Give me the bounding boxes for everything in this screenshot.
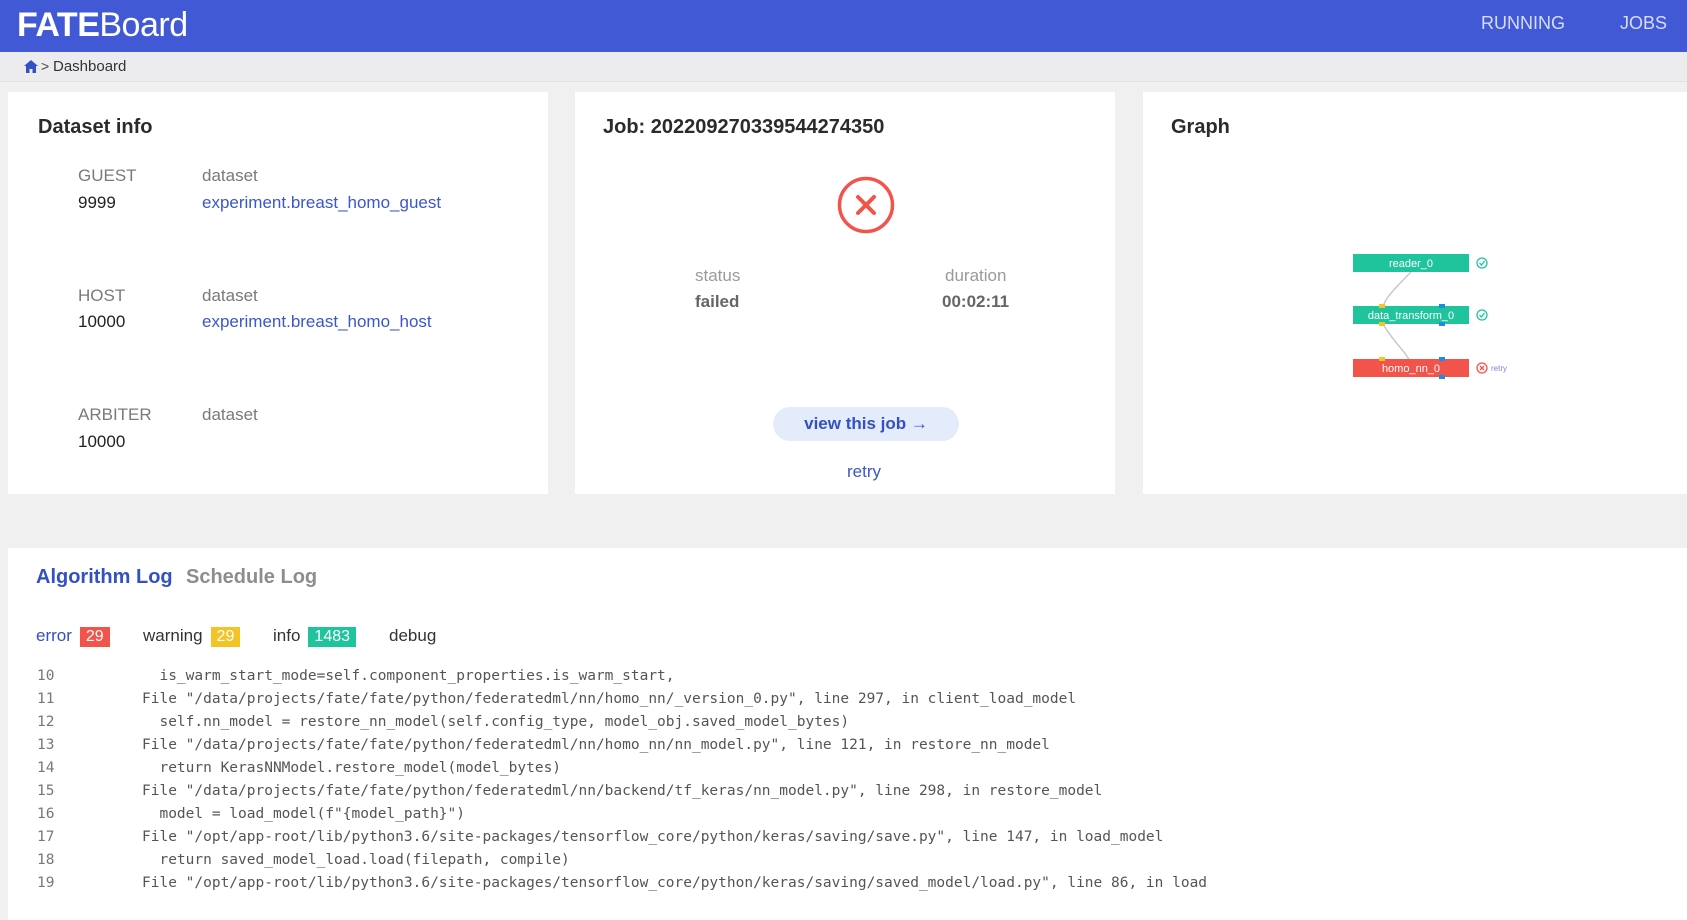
graph-card: Graph reader_0 data_transform_0 homo_nn_… — [1143, 92, 1687, 494]
guest-dataset-label: dataset — [202, 166, 258, 185]
line-number: 17 — [37, 829, 55, 845]
top-bar: FATEBoard RUNNING JOBS — [0, 0, 1687, 52]
dataset-info-title: Dataset info — [38, 116, 153, 138]
error-count-badge: 29 — [79, 627, 110, 647]
log-line: 12 self.nn_model = restore_nn_model(self… — [8, 714, 1687, 739]
filter-debug[interactable]: debug — [389, 626, 436, 646]
brand-bold: FATE — [17, 6, 100, 44]
line-number: 13 — [37, 737, 55, 753]
log-line: 17 File "/opt/app-root/lib/python3.6/site… — [8, 829, 1687, 854]
log-line: 13 File "/data/projects/fate/fate/python/… — [8, 737, 1687, 762]
log-line: 18 return saved_model_load.load(filepath… — [8, 852, 1687, 877]
log-line: 19 File "/opt/app-root/lib/python3.6/site… — [8, 875, 1687, 900]
guest-dataset-value: experiment.breast_homo_guest — [202, 193, 442, 212]
node-retry-link[interactable]: retry — [1491, 364, 1507, 373]
pipeline-graph: reader_0 data_transform_0 homo_nn_0 retr… — [1353, 254, 1507, 379]
line-number: 10 — [37, 668, 55, 684]
line-text: File "/opt/app-root/lib/python3.6/site-p… — [142, 829, 1164, 845]
log-line: 14 return KerasNNModel.restore_model(mod… — [8, 760, 1687, 785]
line-number: 14 — [37, 760, 55, 776]
line-number: 15 — [37, 783, 55, 799]
guest-party-id: 9999 — [78, 193, 116, 212]
tab-algorithm-log[interactable]: Algorithm Log — [36, 566, 173, 589]
line-number: 19 — [37, 875, 55, 891]
filter-warning-label: warning — [143, 626, 203, 645]
node-reader-0-label: reader_0 — [1389, 258, 1433, 270]
close-circle-icon — [1476, 362, 1488, 374]
filter-error-label: error — [36, 626, 72, 645]
line-text: File "/data/projects/fate/fate/python/fe… — [142, 737, 1050, 753]
node-homo-nn-0[interactable]: homo_nn_0 — [1353, 357, 1469, 379]
duration-label: duration — [945, 266, 1007, 285]
check-icon — [1476, 309, 1488, 321]
filter-error[interactable]: error 29 — [36, 626, 110, 647]
status-label: status — [695, 266, 741, 285]
line-text: return KerasNNModel.restore_model(model_… — [142, 760, 562, 776]
view-job-button[interactable]: view this job → — [773, 407, 959, 441]
node-reader-0[interactable]: reader_0 — [1353, 254, 1469, 272]
host-role: HOST — [78, 286, 126, 305]
brand-rest: Board — [99, 6, 188, 44]
log-line: 10 is_warm_start_mode=self.component_pro… — [8, 668, 1687, 693]
arbiter-role: ARBITER — [78, 405, 152, 424]
brand-logo[interactable]: FATEBoard — [17, 6, 188, 45]
tab-schedule-log[interactable]: Schedule Log — [186, 566, 317, 589]
line-text: return saved_model_load.load(filepath, c… — [142, 852, 570, 868]
line-text: File "/data/projects/fate/fate/python/fe… — [142, 783, 1103, 799]
home-icon[interactable] — [24, 60, 38, 73]
line-text: is_warm_start_mode=self.component_proper… — [142, 668, 675, 684]
node-data-transform-0[interactable]: data_transform_0 — [1353, 304, 1469, 326]
arbiter-dataset-label: dataset — [202, 405, 258, 424]
host-dataset-value: experiment.breast_homo_host — [202, 312, 432, 331]
line-number: 16 — [37, 806, 55, 822]
line-text: File "/data/projects/fate/fate/python/fe… — [142, 691, 1077, 707]
log-viewer[interactable]: 10 is_warm_start_mode=self.component_pro… — [8, 658, 1687, 920]
node-homo-nn-0-label: homo_nn_0 — [1382, 363, 1440, 375]
retry-link[interactable]: retry — [847, 462, 881, 482]
nav-jobs[interactable]: JOBS — [1620, 13, 1667, 34]
host-party-id: 10000 — [78, 312, 126, 331]
log-card: Algorithm Log Schedule Log error 29 warni… — [8, 548, 1687, 920]
host-dataset-label: dataset — [202, 286, 258, 305]
line-text: self.nn_model = restore_nn_model(self.co… — [142, 714, 850, 730]
nav-running[interactable]: RUNNING — [1481, 13, 1565, 34]
job-card: Job: 202209270339544274350 status failed… — [575, 92, 1115, 494]
job-title: Job: 202209270339544274350 — [603, 116, 885, 138]
node-data-transform-0-label: data_transform_0 — [1368, 310, 1454, 322]
arbiter-party-id: 10000 — [78, 432, 126, 451]
guest-role: GUEST — [78, 166, 137, 185]
duration-value: 00:02:11 — [942, 292, 1010, 311]
filter-warning[interactable]: warning 29 — [143, 626, 241, 647]
info-count-badge: 1483 — [308, 627, 357, 647]
warning-count-badge: 29 — [210, 627, 241, 647]
check-icon — [1476, 257, 1488, 269]
status-value: failed — [695, 292, 740, 311]
line-text: File "/opt/app-root/lib/python3.6/site-p… — [142, 875, 1208, 891]
breadcrumb-separator: > — [41, 58, 50, 74]
log-line: 16 model = load_model(f"{model_path}") — [8, 806, 1687, 831]
filter-info-label: info — [273, 626, 301, 645]
breadcrumb-dashboard[interactable]: Dashboard — [53, 58, 126, 75]
line-text: model = load_model(f"{model_path}") — [142, 806, 466, 822]
log-line: 15 File "/data/projects/fate/fate/python/… — [8, 783, 1687, 808]
line-number: 18 — [37, 852, 55, 868]
line-number: 11 — [37, 691, 55, 707]
dataset-info-card: Dataset info GUEST 9999 dataset experime… — [8, 92, 548, 494]
line-number: 12 — [37, 714, 55, 730]
failed-status-icon — [837, 176, 895, 234]
filter-info[interactable]: info 1483 — [273, 626, 357, 647]
log-line: 11 File "/data/projects/fate/fate/python/… — [8, 691, 1687, 716]
breadcrumb: > Dashboard — [0, 52, 1687, 82]
